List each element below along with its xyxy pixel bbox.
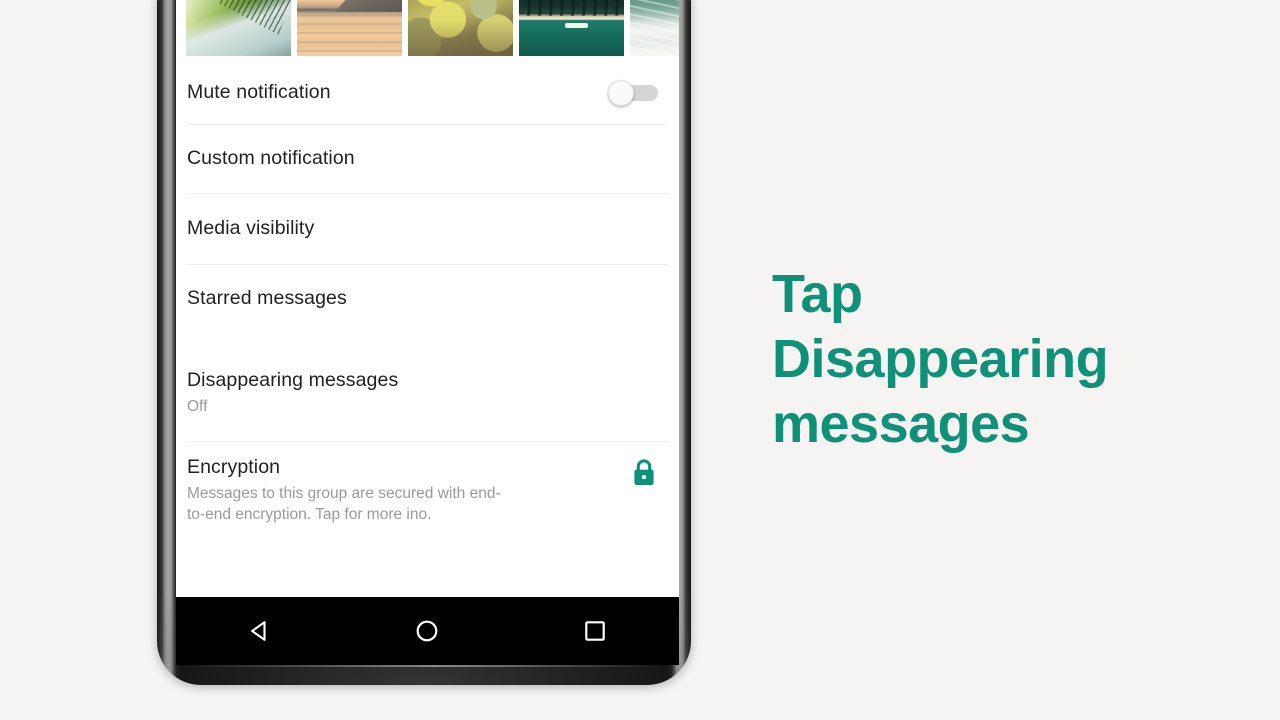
callout-line-3: messages [772,394,1030,454]
settings-row-title: Starred messages [187,287,347,309]
settings-row-mute-notification[interactable]: Mute notification [176,56,679,124]
mute-notification-toggle[interactable] [608,80,658,106]
media-thumbnail-3[interactable] [408,0,513,56]
settings-row-subtitle: Off [187,398,208,416]
nav-back-button[interactable] [232,608,288,654]
settings-row-custom-notification[interactable]: Custom notification [176,125,679,193]
phone-screen: Mute notification Custom notification Me… [176,0,679,597]
media-gallery-strip[interactable] [186,0,679,56]
recents-square-icon [585,621,605,641]
home-circle-icon [417,620,438,642]
settings-row-subtitle: Messages to this group are secured with … [187,485,501,524]
back-triangle-icon [250,621,266,641]
media-thumbnail-5[interactable] [630,0,679,56]
settings-row-encryption[interactable]: Encryption Messages to this group are se… [176,442,679,532]
settings-row-title: Encryption [187,456,281,478]
settings-row-title: Media visibility [187,217,315,240]
settings-row-media-visibility[interactable]: Media visibility [176,194,679,264]
media-thumbnail-4[interactable] [519,0,624,56]
toggle-knob [608,80,634,106]
settings-row-disappearing-messages[interactable]: Disappearing messages Off [176,351,679,441]
settings-row-title: Disappearing messages [187,369,399,391]
settings-row-title: Mute notification [187,81,331,104]
nav-recents-button[interactable] [567,608,623,654]
media-thumbnail-1[interactable] [186,0,291,56]
callout-line-2: Disappearing [772,329,1109,389]
settings-row-title: Custom notification [187,147,355,170]
lock-icon [631,458,657,488]
callout-line-1: Tap [772,264,863,324]
android-navigation-bar [176,597,679,665]
settings-list: Mute notification Custom notification Me… [176,56,679,532]
callout-instruction: Tap Disappearing messages [772,262,1242,457]
settings-row-starred-messages[interactable]: Starred messages [176,265,679,351]
nav-home-button[interactable] [399,608,455,654]
media-thumbnail-2[interactable] [297,0,402,56]
